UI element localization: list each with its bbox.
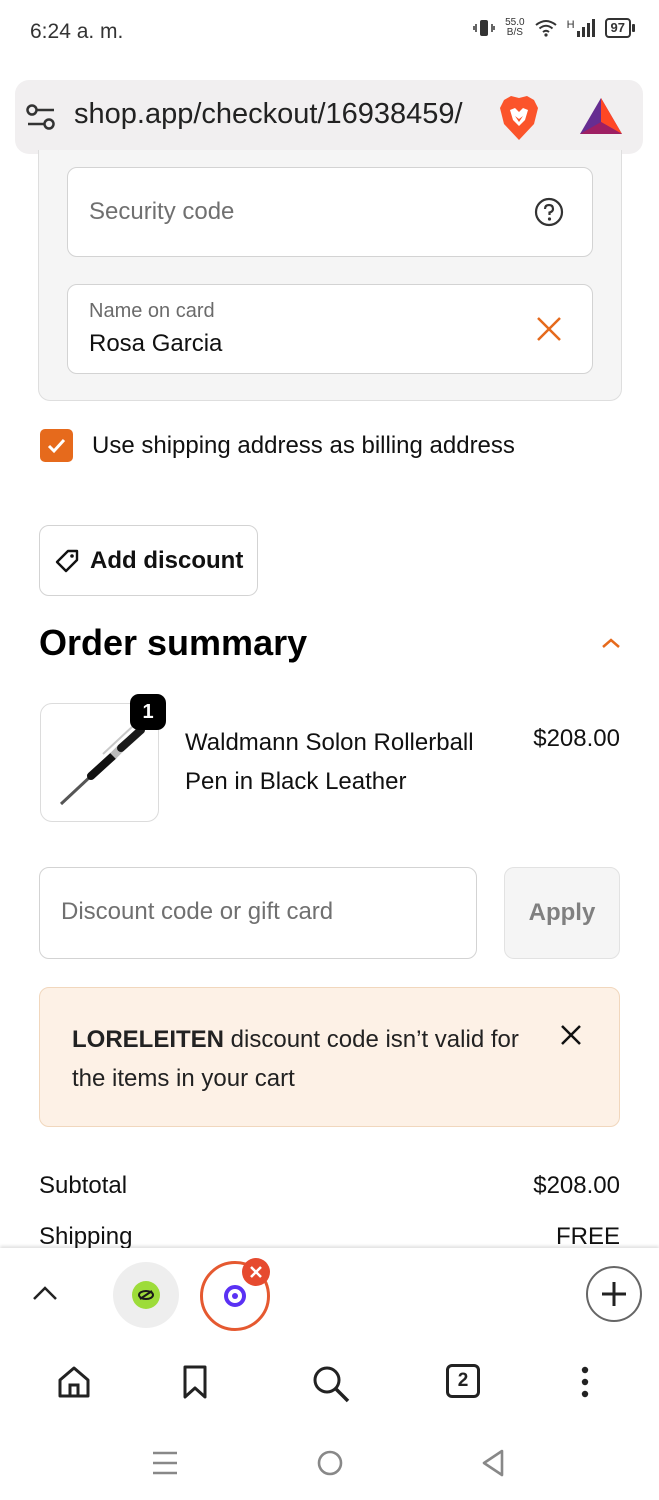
name-on-card-label: Name on card <box>89 300 215 322</box>
site-favicon <box>132 1281 160 1309</box>
close-tab-button[interactable] <box>242 1258 270 1286</box>
subtotal-value: $208.00 <box>533 1172 620 1199</box>
name-on-card-field[interactable] <box>67 284 593 374</box>
plus-icon <box>602 1282 626 1306</box>
net-speed-unit: B/S <box>506 27 523 38</box>
battery-icon: 97 <box>604 18 636 38</box>
brave-rewards-icon[interactable] <box>578 96 624 136</box>
tag-icon <box>55 549 79 572</box>
new-tab-button[interactable] <box>586 1266 642 1322</box>
help-icon[interactable] <box>534 197 564 227</box>
clear-icon[interactable] <box>535 315 563 343</box>
subtotal-label: Subtotal <box>39 1172 128 1199</box>
security-code-placeholder: Security code <box>89 198 235 225</box>
shipping-value: FREE <box>555 1223 620 1250</box>
brave-shields-icon[interactable] <box>498 94 540 142</box>
url-text[interactable]: shop.app/checkout/16938459/ <box>74 98 463 131</box>
order-summary-title: Order summary <box>39 622 308 663</box>
tab-switcher-button[interactable]: 2 <box>446 1364 480 1398</box>
vibrate-icon <box>473 20 495 36</box>
leaf-icon <box>138 1290 154 1300</box>
signal-icon: H <box>567 19 595 37</box>
recent-apps-icon[interactable] <box>151 1448 179 1478</box>
site-settings-icon[interactable] <box>26 103 56 131</box>
name-on-card-value[interactable]: Rosa Garcia <box>89 330 222 358</box>
signal-type: H <box>566 19 575 31</box>
wifi-icon <box>534 20 557 37</box>
product-name: Waldmann Solon Rollerball Pen in Black L… <box>185 729 474 795</box>
search-icon[interactable] <box>311 1364 351 1404</box>
product-price: $208.00 <box>533 725 620 752</box>
add-discount-label: Add discount <box>90 546 244 574</box>
billing-checkbox-label[interactable]: Use shipping address as billing address <box>92 432 515 460</box>
status-time: 6:24 a. m. <box>30 20 124 43</box>
shipping-label: Shipping <box>39 1223 133 1250</box>
billing-checkbox[interactable] <box>40 429 73 462</box>
add-discount-button[interactable]: Add discount <box>39 525 258 596</box>
chevron-up-icon[interactable] <box>32 1284 58 1302</box>
close-icon[interactable] <box>558 1022 584 1048</box>
tab-thumbnail[interactable] <box>113 1262 179 1328</box>
more-menu-icon[interactable] <box>578 1364 592 1400</box>
net-speed: 55.0 B/S <box>505 18 524 38</box>
home-icon[interactable] <box>56 1364 92 1400</box>
shop-favicon <box>224 1285 246 1307</box>
apply-button[interactable]: Apply <box>504 867 620 959</box>
alert-code: LORELEITEN <box>72 1026 225 1053</box>
alert-message: LORELEITEN discount code isn’t valid for… <box>72 1020 522 1098</box>
status-icons: 55.0 B/S H 97 <box>473 18 636 38</box>
back-nav-icon[interactable] <box>480 1448 506 1478</box>
home-nav-icon[interactable] <box>315 1448 345 1478</box>
discount-code-placeholder: Discount code or gift card <box>61 898 334 925</box>
checkmark-icon <box>47 438 66 454</box>
close-icon <box>250 1266 262 1278</box>
quantity-badge: 1 <box>130 694 166 730</box>
chevron-up-icon[interactable] <box>600 636 622 650</box>
bookmark-icon[interactable] <box>181 1364 209 1400</box>
